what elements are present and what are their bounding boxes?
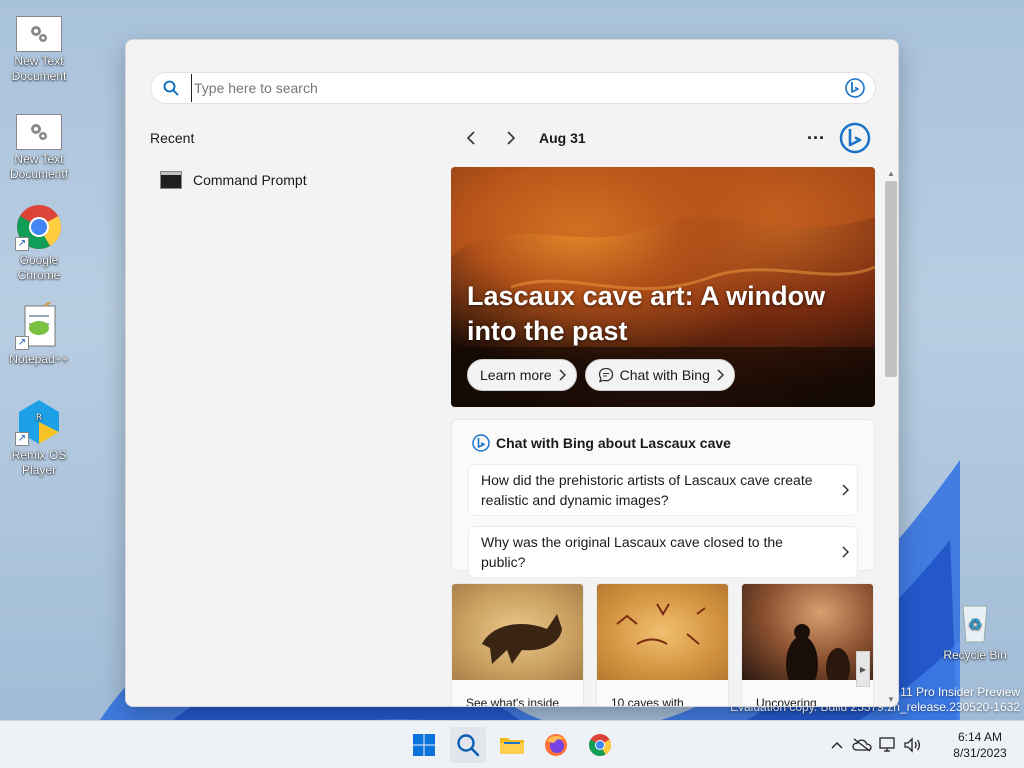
highlights-content: Lascaux cave art: A window into the past… — [451, 167, 875, 707]
bing-question-2[interactable]: Why was the original Lascaux cave closed… — [468, 526, 858, 578]
shortcut-arrow-icon: ↗ — [15, 336, 29, 350]
desktop-icon-label: Notepad++ — [9, 352, 69, 366]
desktop-icon-label: New Text Document — [11, 54, 67, 83]
article-tiles: See what's inside 10 caves with Uncoveri… — [451, 583, 875, 707]
chrome-button[interactable] — [582, 727, 618, 763]
recent-heading: Recent — [150, 130, 195, 146]
search-box[interactable] — [150, 72, 876, 104]
bing-question-1[interactable]: How did the prehistoric artists of Lasca… — [468, 464, 858, 516]
clock-date: 8/31/2023 — [953, 746, 1007, 760]
highlights-nav: Aug 31 ··· — [451, 122, 881, 154]
bing-icon[interactable] — [835, 78, 875, 98]
bing-chat-card: Chat with Bing about Lascaux cave How di… — [451, 419, 875, 578]
show-hidden-icons-button[interactable] — [826, 727, 848, 763]
learn-more-label: Learn more — [480, 367, 552, 383]
recent-item-label: Command Prompt — [193, 172, 307, 188]
search-panel: Recent Command Prompt Aug 31 ··· Lascaux… — [125, 39, 899, 707]
chat-with-bing-label: Chat with Bing — [619, 367, 710, 383]
bing-chat-icon[interactable] — [837, 120, 873, 156]
desktop-icon-new-text-documentf[interactable]: New Text Documentf — [3, 108, 75, 182]
shortcut-arrow-icon: ↗ — [15, 237, 29, 251]
taskbar-clock[interactable]: 6:14 AM 8/31/2023 — [944, 729, 1016, 761]
desktop-icon-recycle-bin[interactable]: ♻ Recycle Bin — [939, 598, 1011, 663]
hero-card[interactable]: Lascaux cave art: A window into the past… — [451, 167, 875, 407]
firefox-icon — [545, 734, 567, 756]
desktop-icon-new-text-document[interactable]: New Text Document — [3, 10, 75, 84]
network-icon[interactable] — [876, 727, 900, 763]
volume-icon[interactable] — [900, 727, 924, 763]
chat-with-bing-button[interactable]: Chat with Bing — [584, 359, 735, 391]
more-options-button[interactable]: ··· — [801, 124, 831, 152]
article-tile-2[interactable]: 10 caves with — [596, 583, 729, 707]
scroll-up-icon[interactable]: ▲ — [885, 167, 897, 179]
search-icon — [151, 80, 191, 96]
desktop-icon-remix-os-player[interactable]: R ↗ Remix OS Player — [3, 398, 75, 478]
clock-time: 6:14 AM — [957, 730, 1003, 744]
chevron-right-icon — [842, 546, 849, 558]
tiles-scroll-right-button[interactable]: ▶ — [856, 651, 870, 687]
article-tile-3[interactable]: Uncovering — [741, 583, 874, 707]
bing-icon — [472, 434, 490, 452]
chat-bubble-icon — [598, 367, 613, 383]
desktop-icon-label: Remix OS Player — [11, 448, 67, 477]
gear-document-icon — [16, 16, 62, 52]
chevron-right-icon — [717, 369, 724, 381]
taskbar-search-button[interactable] — [450, 727, 486, 763]
chevron-right-icon — [842, 484, 849, 496]
remix-os-icon: R ↗ — [15, 398, 63, 446]
scroll-thumb[interactable] — [885, 181, 897, 377]
desktop-icon-google-chrome[interactable]: ↗ Google Chrome — [3, 203, 75, 283]
chat-card-title: Chat with Bing about Lascaux cave — [496, 435, 731, 451]
tile-caption: 10 caves with — [611, 696, 684, 707]
tile-caption: See what's inside — [466, 696, 560, 707]
svg-text:R: R — [36, 413, 42, 423]
article-tile-1[interactable]: See what's inside — [451, 583, 584, 707]
windows-logo-icon — [413, 734, 435, 756]
search-icon — [457, 734, 480, 757]
recent-item-command-prompt[interactable]: Command Prompt — [150, 162, 420, 198]
chevron-up-icon — [831, 742, 843, 749]
learn-more-button[interactable]: Learn more — [467, 359, 577, 391]
tile-caption: Uncovering — [756, 696, 817, 707]
gear-document-icon — [16, 114, 62, 150]
desktop-icon-label: Recycle Bin — [943, 648, 1007, 662]
chevron-right-icon — [559, 369, 566, 381]
chrome-icon — [589, 734, 611, 756]
search-input[interactable] — [191, 74, 835, 102]
vertical-scrollbar[interactable]: ▲ ▼ — [883, 167, 897, 706]
highlights-date: Aug 31 — [539, 130, 586, 146]
next-button[interactable] — [491, 124, 531, 152]
desktop-icon-label: New Text Documentf — [9, 152, 69, 181]
question-text: How did the prehistoric artists of Lasca… — [481, 472, 813, 508]
recycle-bin-icon: ♻ — [951, 598, 999, 646]
onedrive-offline-icon[interactable] — [848, 727, 876, 763]
system-tray — [826, 721, 924, 768]
desktop-icon-notepad-plus-plus[interactable]: ↗ Notepad++ — [3, 294, 75, 367]
notepad-plus-plus-icon: ↗ — [15, 294, 63, 350]
question-text: Why was the original Lascaux cave closed… — [481, 534, 783, 570]
folder-icon — [500, 738, 524, 754]
start-button[interactable] — [406, 727, 442, 763]
hero-title: Lascaux cave art: A window into the past — [467, 281, 826, 346]
desktop-icon-label: Google Chrome — [17, 253, 61, 282]
svg-text:♻: ♻ — [968, 615, 982, 634]
file-explorer-button[interactable] — [494, 727, 530, 763]
cave-painting-horse-image — [452, 584, 583, 680]
firefox-button[interactable] — [538, 727, 574, 763]
command-prompt-icon — [160, 171, 182, 189]
scroll-down-icon[interactable]: ▼ — [885, 693, 897, 705]
cave-painting-figures-image — [597, 584, 728, 680]
previous-button[interactable] — [451, 124, 491, 152]
taskbar: 6:14 AM 8/31/2023 — [0, 720, 1024, 768]
chrome-icon: ↗ — [15, 203, 63, 251]
cave-visitors-image — [742, 584, 873, 692]
shortcut-arrow-icon: ↗ — [15, 432, 29, 446]
